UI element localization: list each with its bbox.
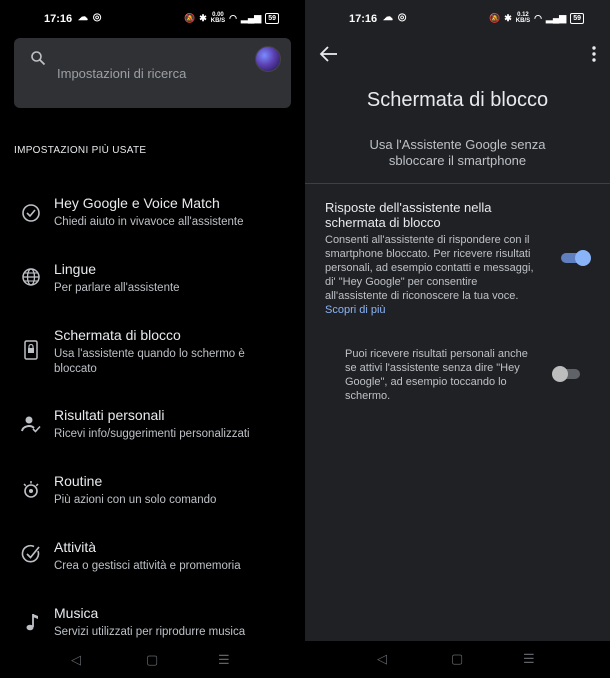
nav-recents-button[interactable]: ☰: [523, 651, 535, 667]
notification-icons: ☁ ◎: [78, 12, 103, 23]
bluetooth-icon: ✱: [199, 12, 207, 23]
learn-more-link[interactable]: Scopri di più: [325, 304, 386, 316]
nav-home-button[interactable]: ▢: [146, 652, 158, 668]
status-indicators: 🔕 ✱ 0.12 KB/S ◠ ▂▄▆ 59: [489, 12, 584, 24]
battery-icon: 59: [570, 12, 584, 24]
status-time: 17:16: [349, 13, 378, 25]
status-time: 17:16: [44, 13, 73, 25]
wifi-icon: ◠: [229, 12, 237, 23]
lockscreen-responses-toggle[interactable]: [561, 250, 591, 266]
menu-item-title: Schermata di blocco: [54, 327, 181, 343]
nav-back-button[interactable]: ◁: [71, 652, 81, 668]
menu-item-title: Hey Google e Voice Match: [54, 195, 220, 211]
battery-icon: 59: [265, 12, 279, 24]
menu-item-schermata-blocco[interactable]: Schermata di blocco Usa l'assistente qua…: [0, 327, 305, 387]
menu-item-title: Risultati personali: [54, 407, 165, 423]
person-check-icon: [21, 416, 41, 433]
menu-item-title: Attività: [54, 539, 97, 555]
account-avatar[interactable]: [255, 46, 281, 72]
back-arrow-icon[interactable]: [319, 45, 339, 63]
network-speed: 0.12 KB/S: [515, 12, 531, 24]
divider: [305, 183, 610, 184]
settings-pane: 17:16 ☁ ◎ 🔕 ✱ 0.00 KB/S ◠ ▂▄▆ 59 Impostaz…: [0, 0, 305, 678]
network-speed: 0.00 KB/S: [210, 12, 226, 24]
menu-item-routine[interactable]: Routine Più azioni con un solo comando: [0, 473, 305, 533]
mute-icon: 🔕: [489, 12, 501, 23]
signal-icon: ▂▄▆: [240, 12, 262, 23]
status-bar: 17:16 ☁ ◎ 🔕 ✱ 0.00 KB/S ◠ ▂▄▆ 59: [0, 0, 305, 38]
setting-personal-results-without-hotword[interactable]: Puoi ricevere risultati personali anche …: [345, 347, 535, 403]
nav-home-button[interactable]: ▢: [451, 651, 463, 667]
menu-item-subtitle: Servizi utilizzati per riprodurre musica: [54, 626, 246, 638]
signal-icon: ▂▄▆: [545, 12, 567, 23]
nav-recents-button[interactable]: ☰: [218, 652, 230, 668]
menu-item-lingue[interactable]: Lingue Per parlare all'assistente: [0, 261, 305, 321]
nav-back-button[interactable]: ◁: [377, 651, 387, 667]
search-icon: [31, 51, 46, 66]
menu-item-title: Musica: [54, 605, 99, 621]
menu-item-subtitle: Ricevi info/suggerimenti personalizzati: [54, 428, 250, 440]
menu-item-attivita[interactable]: Attività Crea o gestisci attività e prom…: [0, 539, 305, 599]
task-check-icon: [21, 544, 40, 563]
menu-item-subtitle: Crea o gestisci attività e promemoria: [54, 560, 241, 572]
notification-icons: ☁ ◎: [383, 12, 408, 23]
more-options-icon[interactable]: [592, 46, 596, 62]
phone-lock-icon: [24, 340, 38, 360]
wifi-icon: ◠: [534, 12, 542, 23]
voice-match-icon: [22, 204, 40, 222]
music-note-icon: [26, 614, 38, 631]
menu-item-subtitle: Usa l'assistente quando lo schermo è blo…: [54, 348, 245, 375]
menu-item-hey-google[interactable]: Hey Google e Voice Match Chiedi aiuto in…: [0, 195, 305, 255]
system-nav-bar: ◁ ▢ ☰: [0, 642, 305, 678]
page-title: Schermata di blocco: [366, 89, 549, 111]
search-input[interactable]: Impostazioni di ricerca: [57, 66, 186, 81]
section-title: IMPOSTAZIONI PIÙ USATE: [14, 145, 147, 156]
personal-results-toggle[interactable]: [552, 366, 582, 382]
status-indicators: 🔕 ✱ 0.00 KB/S ◠ ▂▄▆ 59: [184, 12, 279, 24]
menu-item-subtitle: Per parlare all'assistente: [54, 282, 180, 294]
menu-item-title: Routine: [54, 473, 103, 489]
menu-item-title: Lingue: [54, 261, 97, 277]
routine-icon: [23, 481, 39, 498]
bluetooth-icon: ✱: [504, 12, 512, 23]
globe-icon: [22, 268, 40, 286]
setting-title: Risposte dell'assistente nella schermata…: [325, 200, 492, 230]
page-subtitle: Usa l'Assistente Google senza sbloccare …: [369, 137, 546, 168]
lock-screen-pane: 17:16 ☁ ◎ 🔕 ✱ 0.12 KB/S ◠ ▂▄▆ 59 Schermat…: [305, 0, 610, 678]
status-bar: 17:16 ☁ ◎ 🔕 ✱ 0.12 KB/S ◠ ▂▄▆ 59: [305, 0, 610, 38]
search-bar[interactable]: Impostazioni di ricerca: [14, 38, 291, 108]
setting-description: Consenti all'assistente di rispondere co…: [325, 234, 534, 316]
system-nav-bar: ◁ ▢ ☰: [305, 641, 610, 678]
menu-item-risultati-personali[interactable]: Risultati personali Ricevi info/suggerim…: [0, 407, 305, 467]
menu-item-subtitle: Più azioni con un solo comando: [54, 494, 217, 506]
mute-icon: 🔕: [184, 12, 196, 23]
setting-lockscreen-responses[interactable]: Risposte dell'assistente nella schermata…: [325, 200, 535, 317]
menu-item-subtitle: Chiedi aiuto in vivavoce all'assistente: [54, 216, 244, 228]
